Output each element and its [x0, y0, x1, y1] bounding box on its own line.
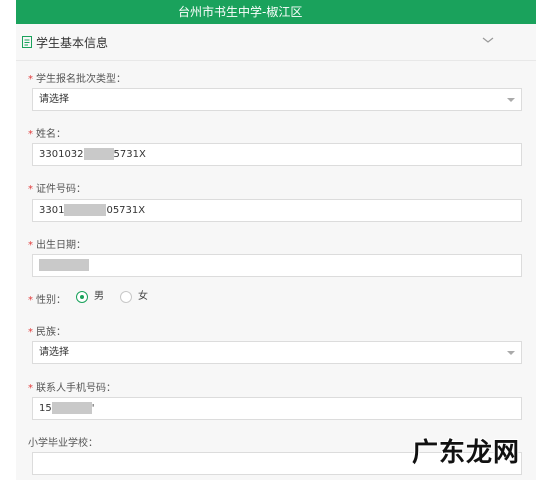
section-header[interactable]: 学生基本信息	[16, 24, 536, 61]
name-label: * 姓名：	[28, 125, 66, 140]
phone-value-suffix: '	[91, 403, 95, 414]
gender-label: * 性别：	[28, 291, 66, 306]
id-number-input[interactable]: 3301 05731X	[32, 199, 522, 222]
phone-input[interactable]: 15 '	[32, 397, 522, 420]
watermark-logo: 广东龙网	[412, 438, 521, 468]
id-number-label-text: 证件号码：	[36, 184, 86, 195]
id-number-value-prefix: 3301	[39, 205, 65, 216]
school-title: 台州市书生中学-椒江区	[178, 5, 303, 19]
batch-type-label: * 学生报名批次类型：	[28, 70, 126, 85]
id-number-value-suffix: 05731X	[106, 205, 146, 216]
document-icon	[22, 36, 32, 48]
id-number-label: * 证件号码：	[28, 180, 86, 195]
gender-label-text: 性别：	[36, 295, 66, 306]
ethnicity-label: * 民族：	[28, 323, 66, 338]
required-mark: *	[28, 240, 33, 251]
section-title: 学生基本信息	[36, 36, 109, 50]
name-value-prefix: 3301032	[39, 149, 84, 160]
dropdown-caret-icon	[507, 351, 515, 355]
phone-label: * 联系人手机号码：	[28, 379, 116, 394]
required-mark: *	[28, 74, 33, 85]
phone-label-text: 联系人手机号码：	[36, 383, 116, 394]
birth-date-label: * 出生日期：	[28, 236, 86, 251]
birth-date-label-text: 出生日期：	[36, 240, 86, 251]
batch-type-select[interactable]: 请选择	[32, 88, 522, 111]
ethnicity-label-text: 民族：	[36, 327, 66, 338]
required-mark: *	[28, 383, 33, 394]
redaction-mask	[64, 204, 107, 216]
ethnicity-select[interactable]: 请选择	[32, 341, 522, 364]
required-mark: *	[28, 129, 33, 140]
required-mark: *	[28, 184, 33, 195]
required-mark: *	[28, 295, 33, 306]
redaction-mask	[83, 148, 114, 160]
batch-type-label-text: 学生报名批次类型：	[36, 74, 126, 85]
phone-value-prefix: 15	[39, 403, 52, 414]
gender-option-male[interactable]: 男	[76, 290, 116, 306]
top-banner: 台州市书生中学-椒江区	[16, 0, 536, 24]
birth-date-input[interactable]	[32, 254, 522, 277]
name-input[interactable]: 3301032 5731X	[32, 143, 522, 166]
chevron-down-icon[interactable]	[482, 34, 494, 46]
name-label-text: 姓名：	[36, 129, 66, 140]
dropdown-caret-icon	[507, 98, 515, 102]
redaction-mask	[51, 402, 92, 414]
radio-unchecked-icon	[120, 291, 132, 303]
student-info-panel: 学生基本信息 * 学生报名批次类型： 请选择 * 姓名： 3301032 5731X …	[16, 24, 536, 480]
radio-checked-icon	[76, 291, 88, 303]
gender-option-female[interactable]: 女	[120, 290, 160, 306]
primary-school-label-text: 小学毕业学校：	[28, 438, 98, 449]
batch-type-value: 请选择	[39, 94, 69, 105]
required-mark: *	[28, 327, 33, 338]
ethnicity-value: 请选择	[39, 347, 69, 358]
name-value-suffix: 5731X	[113, 149, 146, 160]
primary-school-label: 小学毕业学校：	[28, 434, 98, 449]
gender-option-label: 男	[94, 291, 104, 302]
gender-option-label: 女	[138, 291, 148, 302]
redaction-mask	[39, 259, 89, 271]
